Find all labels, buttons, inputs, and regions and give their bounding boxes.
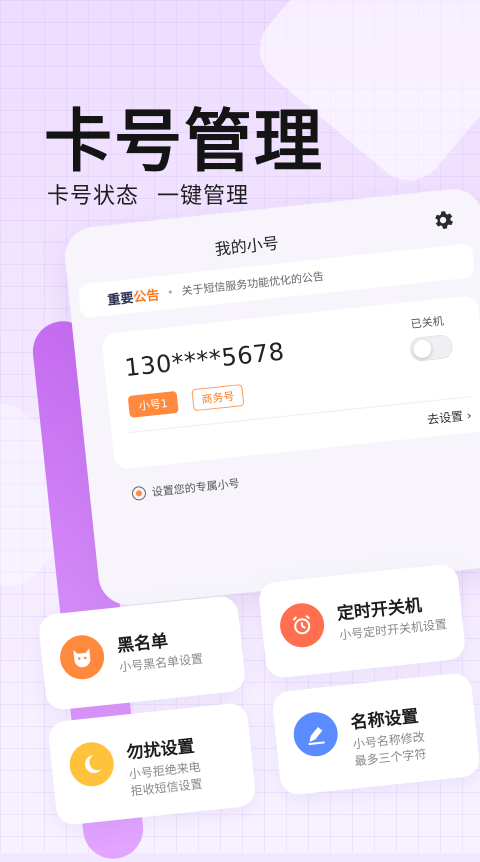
hero-subtitle: 卡号状态 一键管理: [47, 178, 249, 210]
feature-tile-name-settings[interactable]: 名称设置 小号名称修改 最多三个字符: [271, 671, 480, 797]
feature-tile-do-not-disturb[interactable]: 勿扰设置 小号拒绝来电 拒收短信设置: [47, 701, 257, 827]
divider: [127, 396, 472, 434]
business-badge: 商务号: [191, 384, 245, 412]
hint-text: 设置您的专属小号: [151, 476, 241, 500]
goto-settings-link[interactable]: 去设置 ›: [426, 406, 472, 428]
target-icon: [131, 485, 147, 502]
screen-title: 我的小号: [213, 233, 280, 260]
phone-number: 130****5678: [123, 337, 286, 383]
hero-subtitle-right: 一键管理: [157, 184, 250, 209]
notice-tag: 重要公告: [106, 287, 161, 309]
notice-text: 关于短信服务功能优化的公告: [180, 269, 325, 298]
feature-title: 黑名单: [116, 631, 169, 657]
exclusive-number-hint[interactable]: 设置您的专属小号: [131, 475, 240, 502]
hero-title: 卡号管理: [44, 103, 325, 182]
moon-icon: [67, 740, 116, 789]
feature-title: 勿扰设置: [125, 736, 196, 764]
power-status-label: 已关机: [410, 314, 445, 332]
primary-badge: 小号1: [127, 390, 179, 418]
hero-subtitle-left: 卡号状态: [47, 184, 140, 209]
phone-mockup: 我的小号 重要公告 • 关于短信服务功能优化的公告 130****5678 小号…: [62, 186, 480, 608]
gear-icon[interactable]: [430, 207, 456, 233]
power-toggle[interactable]: [409, 333, 454, 363]
edit-pen-icon: [291, 710, 340, 759]
feature-title: 名称设置: [349, 706, 420, 734]
cat-icon: [57, 633, 107, 682]
phone-screen: 我的小号 重要公告 • 关于短信服务功能优化的公告 130****5678 小号…: [62, 186, 480, 608]
number-card[interactable]: 130****5678 小号1 商务号 已关机 去设置 ›: [101, 294, 480, 470]
notice-separator: •: [166, 285, 175, 299]
alarm-clock-icon: [277, 601, 327, 650]
